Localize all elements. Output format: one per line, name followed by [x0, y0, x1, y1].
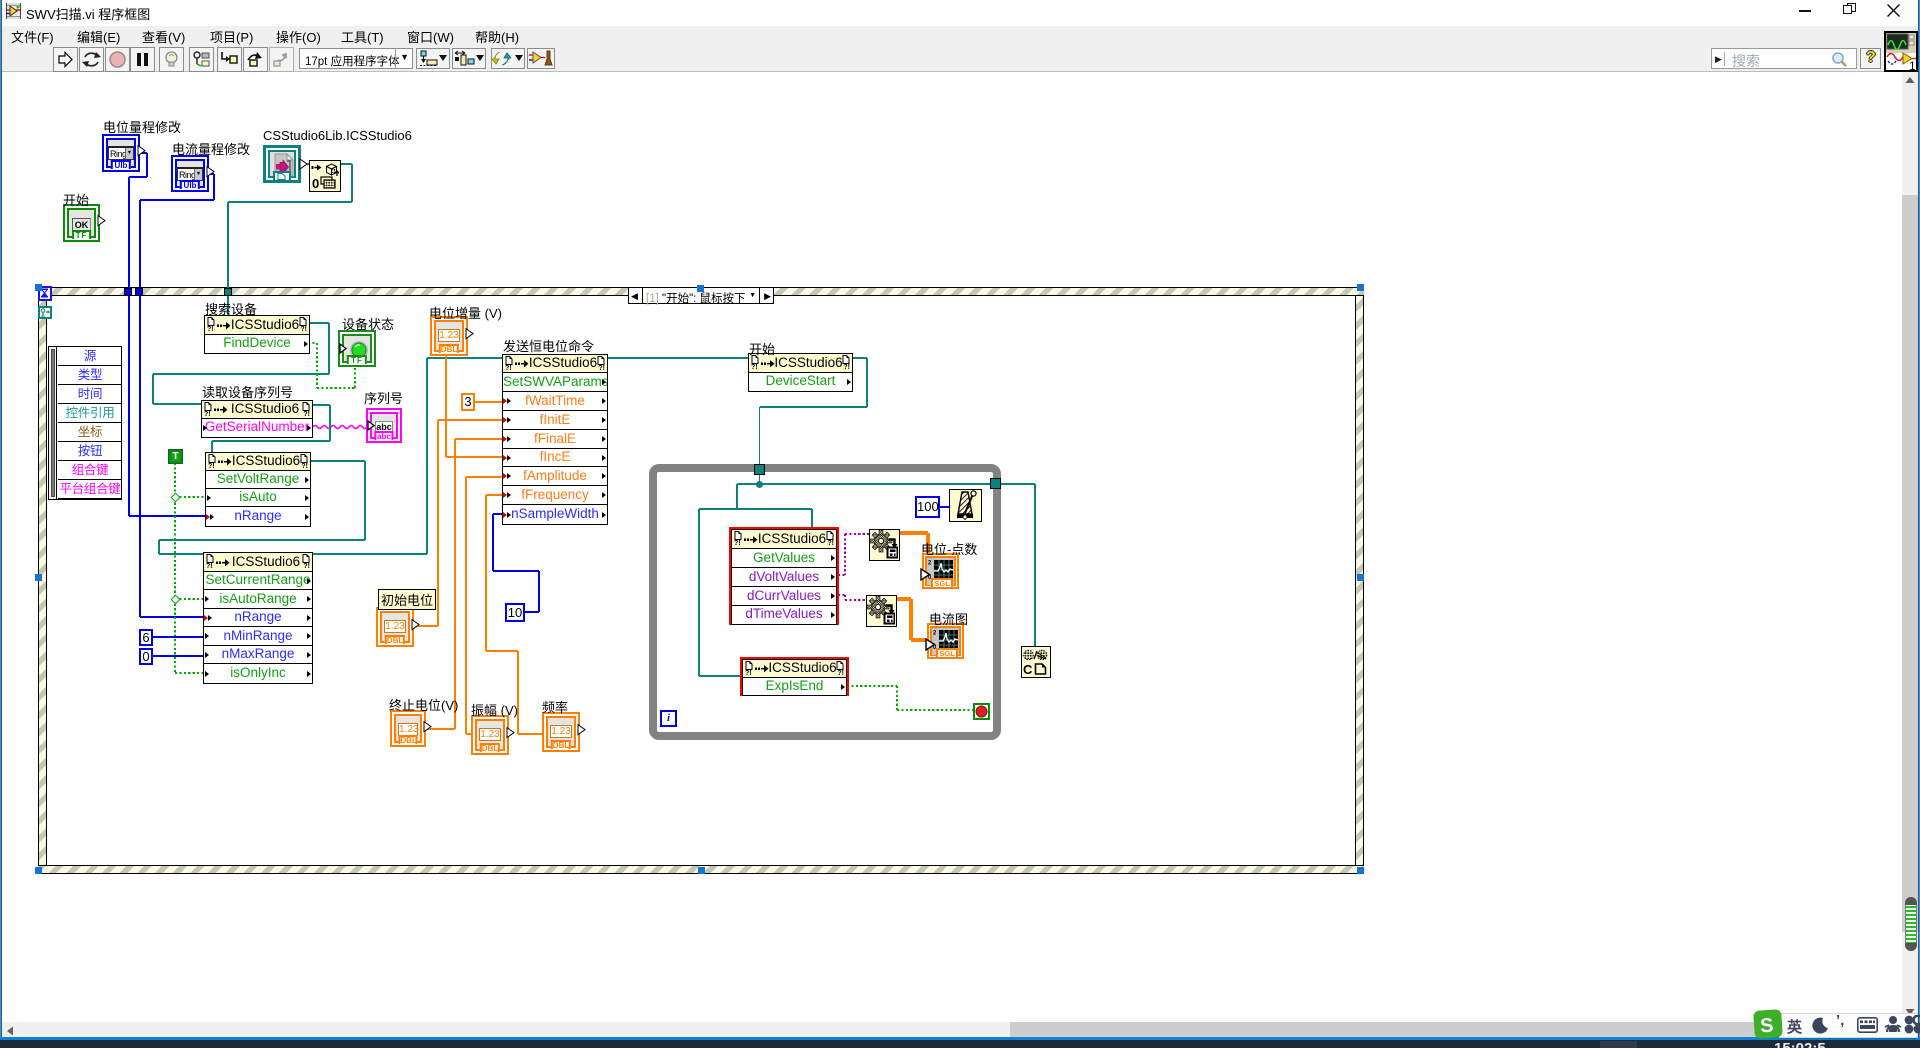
svg-text:1: 1 [1909, 59, 1916, 70]
svg-text:0: 0 [312, 176, 319, 190]
svg-text:S: S [1759, 1015, 1774, 1038]
svg-text:C: C [1023, 662, 1033, 676]
